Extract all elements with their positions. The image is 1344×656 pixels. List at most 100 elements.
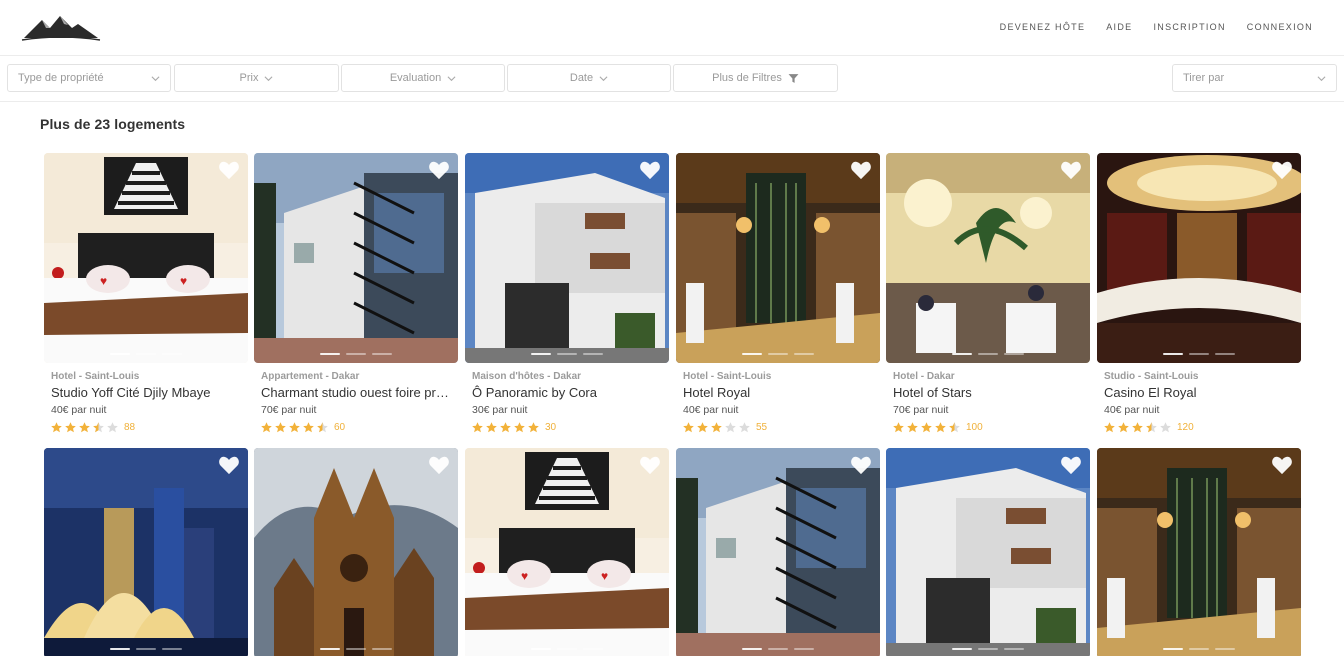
mountain-logo[interactable] [20, 12, 102, 44]
svg-text:♥: ♥ [601, 569, 608, 583]
carousel-indicator[interactable] [1163, 353, 1235, 355]
carousel-indicator[interactable] [952, 648, 1024, 650]
star-full-icon [1132, 421, 1143, 432]
listing-photo[interactable] [254, 448, 458, 656]
favorite-heart-icon[interactable] [428, 160, 450, 180]
carousel-indicator[interactable] [531, 648, 603, 650]
listing-title[interactable]: Hotel of Stars [893, 385, 1088, 404]
carousel-indicator[interactable] [320, 648, 392, 650]
listing-meta: Hotel - Dakar Hotel of Stars 70€ par nui… [886, 371, 1090, 435]
chevron-down-icon [1317, 76, 1326, 82]
star-full-icon [51, 421, 62, 432]
listing-photo[interactable] [44, 448, 248, 656]
listing-card[interactable]: Hotel - Dakar Hotel of Stars 70€ par nui… [886, 153, 1090, 435]
listing-photo[interactable]: ♥ ♥ [44, 153, 248, 363]
listing-price: 70€ par nuit [261, 404, 317, 416]
listing-photo[interactable] [676, 448, 880, 656]
price-filter[interactable]: Prix [174, 64, 339, 92]
review-count: 30 [545, 421, 557, 433]
carousel-indicator[interactable] [952, 353, 1024, 355]
login-link[interactable]: CONNEXION [1247, 22, 1313, 32]
help-link[interactable]: AIDE [1106, 22, 1132, 32]
star-full-icon [921, 421, 932, 432]
star-full-icon [907, 421, 918, 432]
listing-title[interactable]: Ô Panoramic by Cora [472, 385, 667, 404]
favorite-heart-icon[interactable] [218, 160, 240, 180]
favorite-heart-icon[interactable] [639, 160, 661, 180]
more-filters-button[interactable]: Plus de Filtres [673, 64, 838, 92]
listing-card[interactable]: Studio - Saint-Louis Casino El Royal 40€… [1097, 153, 1301, 435]
rating-stars [893, 421, 960, 433]
listing-card[interactable]: ♥ ♥ [465, 448, 669, 656]
listing-image [676, 448, 880, 656]
carousel-indicator[interactable] [110, 648, 182, 650]
favorite-heart-icon[interactable] [218, 455, 240, 475]
listing-card[interactable] [254, 448, 458, 656]
listing-card[interactable] [886, 448, 1090, 656]
listing-card[interactable] [676, 448, 880, 656]
listing-image [1097, 153, 1301, 363]
chevron-down-icon [447, 75, 456, 81]
carousel-indicator[interactable] [742, 648, 814, 650]
property-type-label: Type de propriété [18, 72, 104, 84]
listing-image [886, 153, 1090, 363]
listing-card[interactable]: Maison d'hôtes - Dakar Ô Panoramic by Co… [465, 153, 669, 435]
signup-link[interactable]: INSCRIPTION [1153, 22, 1225, 32]
listing-card[interactable] [44, 448, 248, 656]
favorite-heart-icon[interactable] [639, 455, 661, 475]
listing-price: 40€ par nuit [683, 404, 739, 416]
funnel-icon [788, 73, 799, 83]
favorite-heart-icon[interactable] [1060, 455, 1082, 475]
listing-photo[interactable] [676, 153, 880, 363]
star-full-icon [683, 421, 694, 432]
star-full-icon [275, 421, 286, 432]
listing-photo[interactable] [886, 448, 1090, 656]
favorite-heart-icon[interactable] [850, 455, 872, 475]
star-full-icon [303, 421, 314, 432]
rating-stars [683, 421, 750, 433]
filter-bar: Type de propriété Prix Evaluation Date P… [0, 56, 1344, 102]
carousel-indicator[interactable] [1163, 648, 1235, 650]
star-full-icon [261, 421, 272, 432]
listing-photo[interactable] [886, 153, 1090, 363]
listing-title[interactable]: Studio Yoff Cité Djily Mbaye [51, 385, 246, 404]
listing-card[interactable] [1097, 448, 1301, 656]
listing-category: Hotel - Dakar [893, 371, 955, 382]
rating-filter[interactable]: Evaluation [341, 64, 505, 92]
listing-title[interactable]: Charmant studio ouest foire près de l'aé… [261, 385, 456, 404]
listing-category: Maison d'hôtes - Dakar [472, 371, 582, 382]
listing-title[interactable]: Casino El Royal [1104, 385, 1299, 404]
listing-title[interactable]: Hotel Royal [683, 385, 878, 404]
listing-photo[interactable] [465, 153, 669, 363]
star-half-icon [949, 421, 960, 432]
rating-stars [472, 421, 539, 433]
favorite-heart-icon[interactable] [1060, 160, 1082, 180]
favorite-heart-icon[interactable] [428, 455, 450, 475]
listing-photo[interactable] [1097, 448, 1301, 656]
listing-card[interactable]: ♥ ♥ Hotel - Saint-Louis Studio Yoff Cité… [44, 153, 248, 435]
listing-photo[interactable] [254, 153, 458, 363]
listing-meta: Studio - Saint-Louis Casino El Royal 40€… [1097, 371, 1301, 435]
favorite-heart-icon[interactable] [1271, 455, 1293, 475]
become-host-link[interactable]: DEVENEZ HÔTE [1000, 22, 1086, 32]
listing-photo[interactable]: ♥ ♥ [465, 448, 669, 656]
price-filter-label: Prix [239, 72, 259, 84]
listing-card[interactable]: Hotel - Saint-Louis Hotel Royal 40€ par … [676, 153, 880, 435]
date-filter[interactable]: Date [507, 64, 671, 92]
sort-select[interactable]: Tirer par [1172, 64, 1337, 92]
top-header: DEVENEZ HÔTE AIDE INSCRIPTION CONNEXION [0, 0, 1344, 56]
rating-filter-label: Evaluation [389, 72, 442, 84]
carousel-indicator[interactable] [742, 353, 814, 355]
favorite-heart-icon[interactable] [850, 160, 872, 180]
carousel-indicator[interactable] [531, 353, 603, 355]
favorite-heart-icon[interactable] [1271, 160, 1293, 180]
carousel-indicator[interactable] [110, 353, 182, 355]
carousel-indicator[interactable] [320, 353, 392, 355]
review-count: 88 [124, 421, 136, 433]
listing-photo[interactable] [1097, 153, 1301, 363]
star-full-icon [514, 421, 525, 432]
rating-stars [1104, 421, 1171, 433]
listing-image [1097, 448, 1301, 656]
listing-card[interactable]: Appartement - Dakar Charmant studio oues… [254, 153, 458, 435]
property-type-filter[interactable]: Type de propriété [7, 64, 171, 92]
